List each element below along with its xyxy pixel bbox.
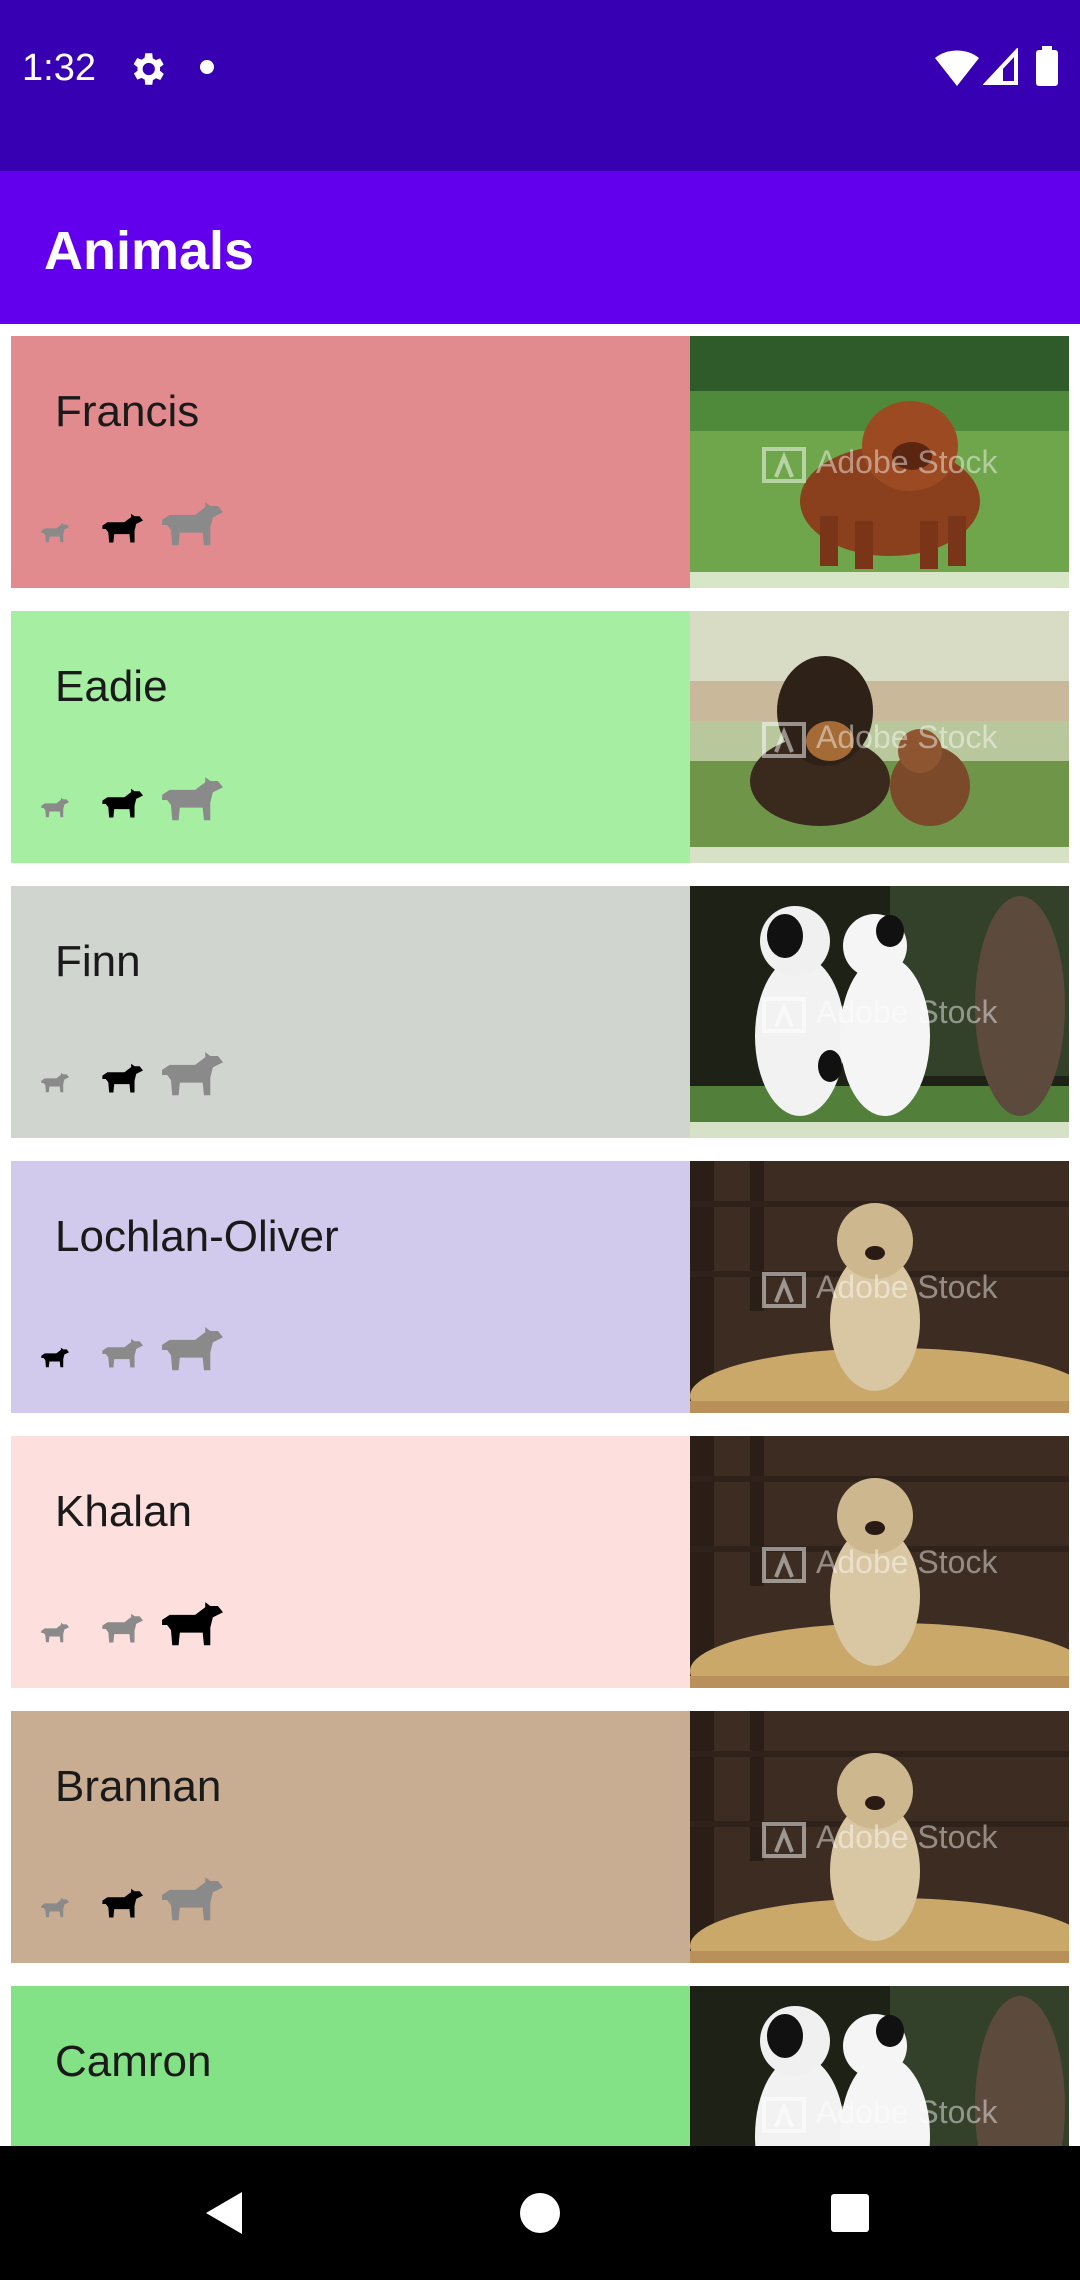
recents-icon[interactable]: [815, 2178, 885, 2248]
watermark-text: Adobe Stock: [816, 1819, 998, 1855]
animal-info: Eadie: [11, 611, 690, 863]
adobe-logo-icon: [762, 1271, 806, 1308]
dog-size-medium-icon: [99, 1333, 143, 1375]
animal-name: Khalan: [55, 1487, 193, 1536]
battery-icon: [1036, 46, 1058, 86]
adobe-logo-icon: [762, 1546, 806, 1583]
watermark-text: Adobe Stock: [816, 2094, 998, 2130]
navigation-bar: [0, 2146, 1080, 2280]
dog-size-large-icon: [157, 1046, 223, 1104]
dog-size-large-icon: [157, 771, 223, 829]
watermark: Adobe Stock: [762, 1817, 997, 1858]
dog-size-medium-icon: [99, 783, 143, 825]
animal-info: Khalan: [11, 1436, 690, 1688]
dog-size-medium-icon: [99, 508, 143, 550]
watermark: Adobe Stock: [762, 1267, 997, 1308]
watermark: Adobe Stock: [762, 2092, 997, 2133]
animal-name: Finn: [55, 937, 141, 986]
animal-card[interactable]: Finn Adobe Stock: [11, 886, 1069, 1138]
animal-card[interactable]: Francis Adobe Stock: [11, 336, 1069, 588]
dog-size-small-icon: [39, 1068, 69, 1098]
adobe-logo-icon: [762, 2096, 806, 2133]
animal-name: Lochlan-Oliver: [55, 1212, 339, 1261]
dog-size-large-icon: [157, 496, 223, 554]
dog-size-small-icon: [39, 518, 69, 548]
adobe-logo-icon: [762, 996, 806, 1033]
status-time: 1:32: [22, 47, 96, 89]
animal-list[interactable]: Francis Adobe Stock Eadie Adobe Stock Finn: [0, 324, 1080, 2146]
adobe-logo-icon: [762, 1821, 806, 1858]
dog-size-small-icon: [39, 793, 69, 823]
dog-size-large-icon: [157, 1596, 223, 1654]
wifi-icon: [935, 48, 979, 88]
watermark: Adobe Stock: [762, 992, 997, 1033]
dog-size-medium-icon: [99, 1883, 143, 1925]
dog-photo: Adobe Stock: [690, 886, 1069, 1138]
dog-size-small-icon: [39, 1893, 69, 1923]
animal-card[interactable]: Lochlan-Oliver Adobe Stock: [11, 1161, 1069, 1413]
notification-dot-icon: [200, 60, 214, 74]
watermark: Adobe Stock: [762, 442, 997, 483]
animal-card[interactable]: Brannan Adobe Stock: [11, 1711, 1069, 1963]
dog-photo: Adobe Stock: [690, 1711, 1069, 1963]
status-bar: 1:32: [0, 0, 1080, 171]
animal-name: Francis: [55, 387, 200, 436]
app-bar: Animals: [0, 171, 1080, 324]
watermark-text: Adobe Stock: [816, 994, 998, 1030]
dog-size-large-icon: [157, 1871, 223, 1929]
adobe-logo-icon: [762, 446, 806, 483]
watermark-text: Adobe Stock: [816, 1269, 998, 1305]
dog-size-small-icon: [39, 1618, 69, 1648]
animal-card[interactable]: Camron Adobe Stock: [11, 1986, 1069, 2146]
watermark-text: Adobe Stock: [816, 444, 998, 480]
dog-size-large-icon: [157, 1321, 223, 1379]
animal-info: Finn: [11, 886, 690, 1138]
dog-photo: Adobe Stock: [690, 1986, 1069, 2146]
animal-info: Francis: [11, 336, 690, 588]
dog-photo: Adobe Stock: [690, 1436, 1069, 1688]
animal-info: Lochlan-Oliver: [11, 1161, 690, 1413]
dog-photo: Adobe Stock: [690, 336, 1069, 588]
watermark-text: Adobe Stock: [816, 1544, 998, 1580]
watermark-text: Adobe Stock: [816, 719, 998, 755]
gear-icon: [126, 48, 168, 90]
animal-card[interactable]: Khalan Adobe Stock: [11, 1436, 1069, 1688]
dog-photo: Adobe Stock: [690, 1161, 1069, 1413]
dog-size-medium-icon: [99, 1608, 143, 1650]
animal-name: Brannan: [55, 1762, 222, 1811]
back-icon[interactable]: [190, 2178, 260, 2248]
dog-photo: Adobe Stock: [690, 611, 1069, 863]
dog-size-medium-icon: [99, 1058, 143, 1100]
page-title: Animals: [44, 221, 255, 281]
animal-info: Brannan: [11, 1711, 690, 1963]
home-icon[interactable]: [505, 2178, 575, 2248]
dog-size-small-icon: [39, 1343, 69, 1373]
animal-name: Eadie: [55, 662, 168, 711]
animal-card[interactable]: Eadie Adobe Stock: [11, 611, 1069, 863]
animal-name: Camron: [55, 2037, 212, 2086]
signal-icon: [982, 46, 1019, 86]
adobe-logo-icon: [762, 721, 806, 758]
watermark: Adobe Stock: [762, 1542, 997, 1583]
watermark: Adobe Stock: [762, 717, 997, 758]
animal-info: Camron: [11, 1986, 690, 2146]
